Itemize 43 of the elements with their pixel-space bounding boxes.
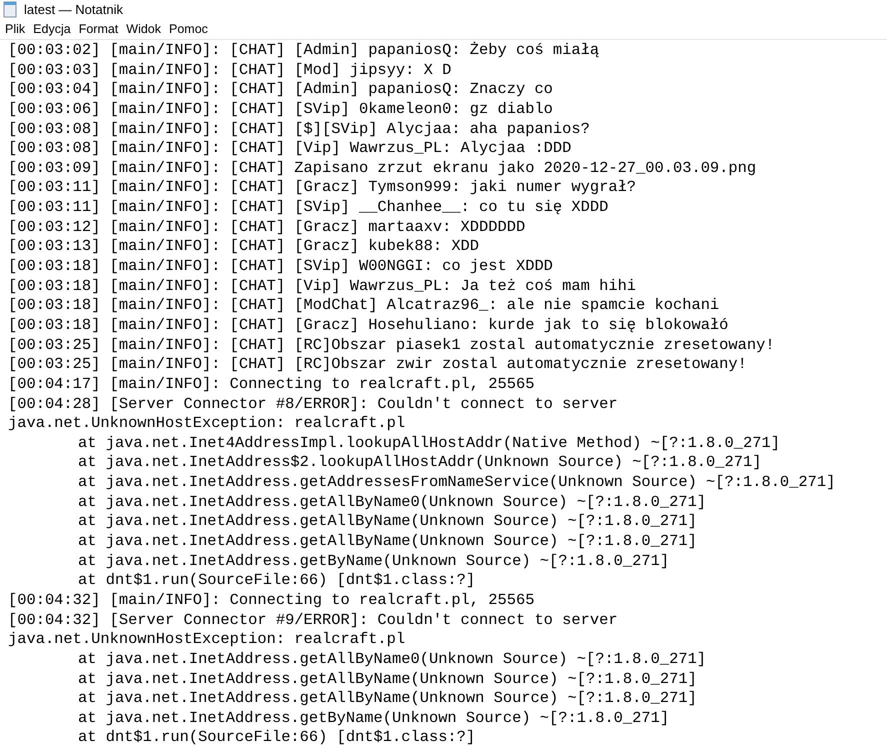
log-line: [00:03:18] [main/INFO]: [CHAT] [Gracz] Hosehuliano: kurde jak to się blokowałó (7, 316, 728, 336)
log-line: [00:03:09] [main/INFO]: [CHAT] Zapisano zrzut ekranu jako 2020-12-27_00.03.09.png (7, 158, 756, 178)
log-line: at java.net.InetAddress.getAllByName(Unknown Source) ~[?:1.8.0_271] (77, 532, 697, 552)
log-line: [00:03:03] [main/INFO]: [CHAT] [Mod] jipsyy: X D (7, 60, 452, 80)
log-line: [00:03:18] [main/INFO]: [CHAT] [ModChat] Alcatraz96_: ale nie spamcie kochani (7, 296, 720, 316)
log-line: [00:03:11] [main/INFO]: [CHAT] [Gracz] Tymson999: jaki numer wygrał? (7, 178, 636, 198)
menu-item[interactable]: Pomoc (167, 20, 210, 38)
log-line: [00:03:06] [main/INFO]: [CHAT] [SVip] 0kameleon0: gz diablo (7, 100, 553, 120)
log-line: [00:03:08] [main/INFO]: [CHAT] [Vip] Wawrzus_PL: Alycjaa :DDD (7, 139, 572, 159)
log-line: at java.net.InetAddress.getAllByName0(Unknown Source) ~[?:1.8.0_271] (77, 492, 706, 512)
log-line: [00:04:32] [Server Connector #9/ERROR]: Couldn't connect to server (7, 610, 618, 630)
menu-item[interactable]: Widok (124, 20, 164, 38)
log-line: [00:04:28] [Server Connector #8/ERROR]: Couldn't connect to server (7, 394, 618, 414)
log-line: at java.net.InetAddress.getAllByName(Unknown Source) ~[?:1.8.0_271] (77, 689, 697, 709)
log-line: at java.net.InetAddress.getByName(Unknown Source) ~[?:1.8.0_271] (77, 552, 670, 572)
log-line: at java.net.Inet4AddressImpl.lookupAllHostAddr(Native Method) ~[?:1.8.0_271] (77, 434, 780, 454)
log-line: java.net.UnknownHostException: realcraft.pl (7, 630, 406, 650)
menu-item[interactable]: Format (76, 20, 120, 38)
log-line: at java.net.InetAddress.getAllByName(Unknown Source) ~[?:1.8.0_271] (77, 512, 697, 532)
log-line: [00:03:25] [main/INFO]: [CHAT] [RC]Obszar piasek1 zostal automatycznie zresetowany! (7, 336, 775, 356)
log-line: [00:03:12] [main/INFO]: [CHAT] [Gracz] martaaxv: XDDDDDD (7, 218, 526, 238)
log-line: [00:03:08] [main/INFO]: [CHAT] [$][SVip] Alycjaa: aha papanios? (7, 120, 590, 140)
log-line: java.net.UnknownHostException: realcraft.pl (7, 414, 406, 434)
log-line: at dnt$1.run(SourceFile:66) [dnt$1.class:?] (77, 728, 476, 748)
log-line: at java.net.InetAddress.getAllByName0(Unknown Source) ~[?:1.8.0_271] (77, 650, 706, 670)
log-line: [00:04:17] [main/INFO]: Connecting to realcraft.pl, 25565 (7, 374, 534, 395)
notepad-icon (2, 1, 18, 18)
log-line: [00:03:11] [main/INFO]: [CHAT] [SVip] __Chanhee__: co tu się XDDD (7, 198, 608, 218)
log-line: at dnt$1.run(SourceFile:66) [dnt$1.class:?] (77, 571, 476, 591)
window-title: latest — Notatnik (24, 0, 123, 19)
log-line: at java.net.InetAddress.getAllByName(Unknown Source) ~[?:1.8.0_271] (77, 670, 697, 690)
log-line: [00:03:13] [main/INFO]: [CHAT] [Gracz] kubek88: XDD (7, 237, 480, 258)
log-line: [00:03:02] [main/INFO]: [CHAT] [Admin] papaniosQ: Żeby coś miałą (7, 41, 600, 61)
log-line: at java.net.InetAddress.getAddressesFromNameService(Unknown Source) ~[?:1.8.0_271] (77, 473, 836, 493)
log-line: [00:03:25] [main/INFO]: [CHAT] [RC]Obszar zwir zostal automatycznie zresetowany! (7, 355, 747, 375)
log-line: [00:03:04] [main/INFO]: [CHAT] [Admin] papaniosQ: Znaczy co (7, 80, 553, 100)
log-line: [00:04:32] [main/INFO]: Connecting to realcraft.pl, 25565 (7, 590, 534, 611)
menu-item[interactable]: Edycja (31, 20, 73, 38)
menu-item[interactable]: Plik (3, 20, 28, 38)
log-line: at java.net.InetAddress$2.lookupAllHostAddr(Unknown Source) ~[?:1.8.0_271] (77, 453, 762, 474)
log-line: [00:03:18] [main/INFO]: [CHAT] [SVip] W00NGGI: co jest XDDD (7, 257, 553, 277)
log-line: [00:03:18] [main/INFO]: [CHAT] [Vip] Wawrzus_PL: Ja też coś mam hihi (7, 276, 636, 296)
log-line: at java.net.InetAddress.getByName(Unknown Source) ~[?:1.8.0_271] (77, 708, 670, 728)
